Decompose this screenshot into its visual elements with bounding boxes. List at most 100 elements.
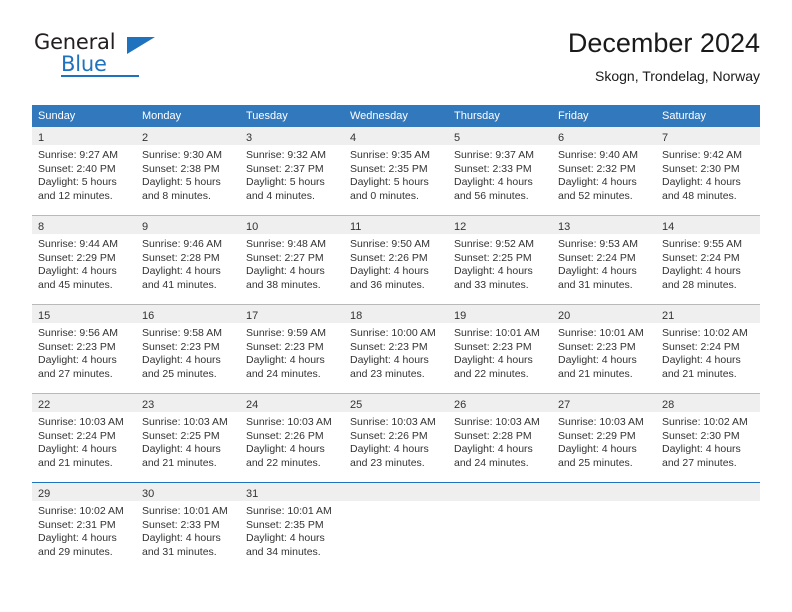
calendar-day-cell[interactable]: 28 Sunrise: 10:02 AM Sunset: 2:30 PM Daylig… [656, 393, 760, 483]
calendar-body: 1 Sunrise: 9:27 AM Sunset: 2:40 PM Daylight… [32, 127, 760, 571]
daylight-text-line2: and 45 minutes. [38, 278, 113, 291]
logo-word-general: General [34, 30, 116, 54]
day-cell-inner: 23 Sunrise: 10:03 AM Sunset: 2:25 PM Daylig… [136, 394, 240, 482]
calendar-day-cell[interactable]: 29 Sunrise: 10:02 AM Sunset: 2:31 PM Daylig… [32, 482, 136, 571]
day-cell-inner [656, 483, 760, 571]
sunset-text: Sunset: 2:35 PM [350, 162, 428, 175]
calendar-day-cell[interactable]: 23 Sunrise: 10:03 AM Sunset: 2:25 PM Daylig… [136, 393, 240, 483]
sunrise-text: Sunrise: 10:03 AM [558, 416, 644, 428]
daylight-text-line1: Daylight: 4 hours [38, 532, 117, 544]
day-number: 26 [454, 399, 467, 411]
day-cell-inner: 6 Sunrise: 9:40 AM Sunset: 2:32 PM Daylight… [552, 127, 656, 215]
day-cell-inner: 16 Sunrise: 9:58 AM Sunset: 2:23 PM Dayligh… [136, 305, 240, 393]
calendar-day-cell[interactable]: 13 Sunrise: 9:53 AM Sunset: 2:24 PM Dayligh… [552, 215, 656, 305]
calendar-day-cell[interactable]: 19 Sunrise: 10:01 AM Sunset: 2:23 PM Daylig… [448, 304, 552, 394]
day-number-band: 2 [136, 127, 240, 145]
calendar-table: Sunday Monday Tuesday Wednesday Thursday… [32, 105, 760, 571]
sunset-text: Sunset: 2:35 PM [246, 518, 324, 531]
day-details: Sunrise: 10:00 AM Sunset: 2:23 PM Daylight… [344, 323, 448, 381]
weekday-header-friday: Friday [552, 105, 656, 127]
day-number: 10 [246, 221, 259, 233]
sunset-text: Sunset: 2:29 PM [38, 251, 116, 264]
daylight-text-line1: Daylight: 4 hours [662, 443, 741, 455]
sunset-text: Sunset: 2:24 PM [662, 251, 740, 264]
calendar-day-cell[interactable]: 5 Sunrise: 9:37 AM Sunset: 2:33 PM Daylight… [448, 127, 552, 216]
calendar-day-cell[interactable]: 4 Sunrise: 9:35 AM Sunset: 2:35 PM Daylight… [344, 127, 448, 216]
day-number: 17 [246, 310, 259, 322]
sunset-text: Sunset: 2:23 PM [246, 340, 324, 353]
logo-word-blue: Blue [61, 52, 107, 76]
sunset-text: Sunset: 2:26 PM [246, 429, 324, 442]
calendar-day-cell[interactable]: 3 Sunrise: 9:32 AM Sunset: 2:37 PM Daylight… [240, 127, 344, 216]
calendar-day-cell[interactable]: 10 Sunrise: 9:48 AM Sunset: 2:27 PM Dayligh… [240, 215, 344, 305]
calendar-day-cell[interactable]: 18 Sunrise: 10:00 AM Sunset: 2:23 PM Daylig… [344, 304, 448, 394]
sunrise-text: Sunrise: 9:53 AM [558, 238, 638, 250]
calendar-day-cell[interactable]: 27 Sunrise: 10:03 AM Sunset: 2:29 PM Daylig… [552, 393, 656, 483]
calendar-day-cell[interactable]: 2 Sunrise: 9:30 AM Sunset: 2:38 PM Daylight… [136, 127, 240, 216]
day-details: Sunrise: 10:03 AM Sunset: 2:25 PM Daylight… [136, 412, 240, 470]
calendar-day-cell[interactable]: 25 Sunrise: 10:03 AM Sunset: 2:26 PM Daylig… [344, 393, 448, 483]
daylight-text-line1: Daylight: 4 hours [662, 265, 741, 277]
day-number: 23 [142, 399, 155, 411]
sunset-text: Sunset: 2:33 PM [142, 518, 220, 531]
day-cell-inner: 14 Sunrise: 9:55 AM Sunset: 2:24 PM Dayligh… [656, 216, 760, 304]
calendar-day-cell[interactable]: 9 Sunrise: 9:46 AM Sunset: 2:28 PM Daylight… [136, 215, 240, 305]
sunset-text: Sunset: 2:40 PM [38, 162, 116, 175]
calendar-day-cell[interactable]: 8 Sunrise: 9:44 AM Sunset: 2:29 PM Daylight… [32, 215, 136, 305]
calendar-day-cell-empty [552, 482, 656, 571]
daylight-text-line1: Daylight: 5 hours [246, 176, 325, 188]
day-cell-inner: 4 Sunrise: 9:35 AM Sunset: 2:35 PM Daylight… [344, 127, 448, 215]
daylight-text-line1: Daylight: 4 hours [454, 443, 533, 455]
calendar-day-cell[interactable]: 11 Sunrise: 9:50 AM Sunset: 2:26 PM Dayligh… [344, 215, 448, 305]
calendar-day-cell[interactable]: 14 Sunrise: 9:55 AM Sunset: 2:24 PM Dayligh… [656, 215, 760, 305]
calendar-day-cell[interactable]: 22 Sunrise: 10:03 AM Sunset: 2:24 PM Daylig… [32, 393, 136, 483]
calendar-day-cell[interactable]: 15 Sunrise: 9:56 AM Sunset: 2:23 PM Dayligh… [32, 304, 136, 394]
calendar-day-cell[interactable]: 20 Sunrise: 10:01 AM Sunset: 2:23 PM Daylig… [552, 304, 656, 394]
calendar-day-cell[interactable]: 31 Sunrise: 10:01 AM Sunset: 2:35 PM Daylig… [240, 482, 344, 571]
day-number-band: 4 [344, 127, 448, 145]
calendar-day-cell[interactable]: 16 Sunrise: 9:58 AM Sunset: 2:23 PM Dayligh… [136, 304, 240, 394]
sunrise-text: Sunrise: 10:02 AM [38, 505, 124, 517]
day-number: 3 [246, 132, 253, 144]
daylight-text-line1: Daylight: 4 hours [142, 265, 221, 277]
calendar-day-cell[interactable]: 24 Sunrise: 10:03 AM Sunset: 2:26 PM Daylig… [240, 393, 344, 483]
daylight-text-line2: and 4 minutes. [246, 189, 315, 202]
day-details: Sunrise: 9:40 AM Sunset: 2:32 PM Daylight:… [552, 145, 656, 203]
day-details: Sunrise: 9:30 AM Sunset: 2:38 PM Daylight:… [136, 145, 240, 203]
day-details: Sunrise: 10:03 AM Sunset: 2:28 PM Daylight… [448, 412, 552, 470]
day-number: 25 [350, 399, 363, 411]
calendar-day-cell[interactable]: 21 Sunrise: 10:02 AM Sunset: 2:24 PM Daylig… [656, 304, 760, 394]
calendar-day-cell[interactable]: 7 Sunrise: 9:42 AM Sunset: 2:30 PM Daylight… [656, 127, 760, 216]
calendar-day-cell[interactable]: 6 Sunrise: 9:40 AM Sunset: 2:32 PM Daylight… [552, 127, 656, 216]
daylight-text-line1: Daylight: 4 hours [558, 176, 637, 188]
day-number: 28 [662, 399, 675, 411]
day-details [552, 501, 656, 505]
day-number: 21 [662, 310, 675, 322]
calendar-day-cell[interactable]: 1 Sunrise: 9:27 AM Sunset: 2:40 PM Daylight… [32, 127, 136, 216]
logo-underline [61, 75, 139, 77]
day-number-band: 26 [448, 394, 552, 412]
daylight-text-line1: Daylight: 4 hours [454, 176, 533, 188]
day-cell-inner: 15 Sunrise: 9:56 AM Sunset: 2:23 PM Dayligh… [32, 305, 136, 393]
day-details [656, 501, 760, 505]
day-cell-inner: 30 Sunrise: 10:01 AM Sunset: 2:33 PM Daylig… [136, 483, 240, 571]
calendar-day-cell[interactable]: 30 Sunrise: 10:01 AM Sunset: 2:33 PM Daylig… [136, 482, 240, 571]
day-details: Sunrise: 10:01 AM Sunset: 2:33 PM Daylight… [136, 501, 240, 559]
calendar-day-cell[interactable]: 17 Sunrise: 9:59 AM Sunset: 2:23 PM Dayligh… [240, 304, 344, 394]
day-number-band [656, 483, 760, 501]
daylight-text-line1: Daylight: 4 hours [38, 265, 117, 277]
calendar-day-cell[interactable]: 12 Sunrise: 9:52 AM Sunset: 2:25 PM Dayligh… [448, 215, 552, 305]
calendar-day-cell[interactable]: 26 Sunrise: 10:03 AM Sunset: 2:28 PM Daylig… [448, 393, 552, 483]
day-number-band: 19 [448, 305, 552, 323]
day-number: 20 [558, 310, 571, 322]
day-number-band: 24 [240, 394, 344, 412]
day-cell-inner: 12 Sunrise: 9:52 AM Sunset: 2:25 PM Dayligh… [448, 216, 552, 304]
sunset-text: Sunset: 2:26 PM [350, 251, 428, 264]
general-blue-logo[interactable]: General Blue [34, 30, 214, 86]
day-number: 4 [350, 132, 357, 144]
daylight-text-line1: Daylight: 4 hours [246, 354, 325, 366]
day-cell-inner: 13 Sunrise: 9:53 AM Sunset: 2:24 PM Dayligh… [552, 216, 656, 304]
daylight-text-line1: Daylight: 4 hours [558, 443, 637, 455]
sunset-text: Sunset: 2:24 PM [38, 429, 116, 442]
day-number: 8 [38, 221, 45, 233]
